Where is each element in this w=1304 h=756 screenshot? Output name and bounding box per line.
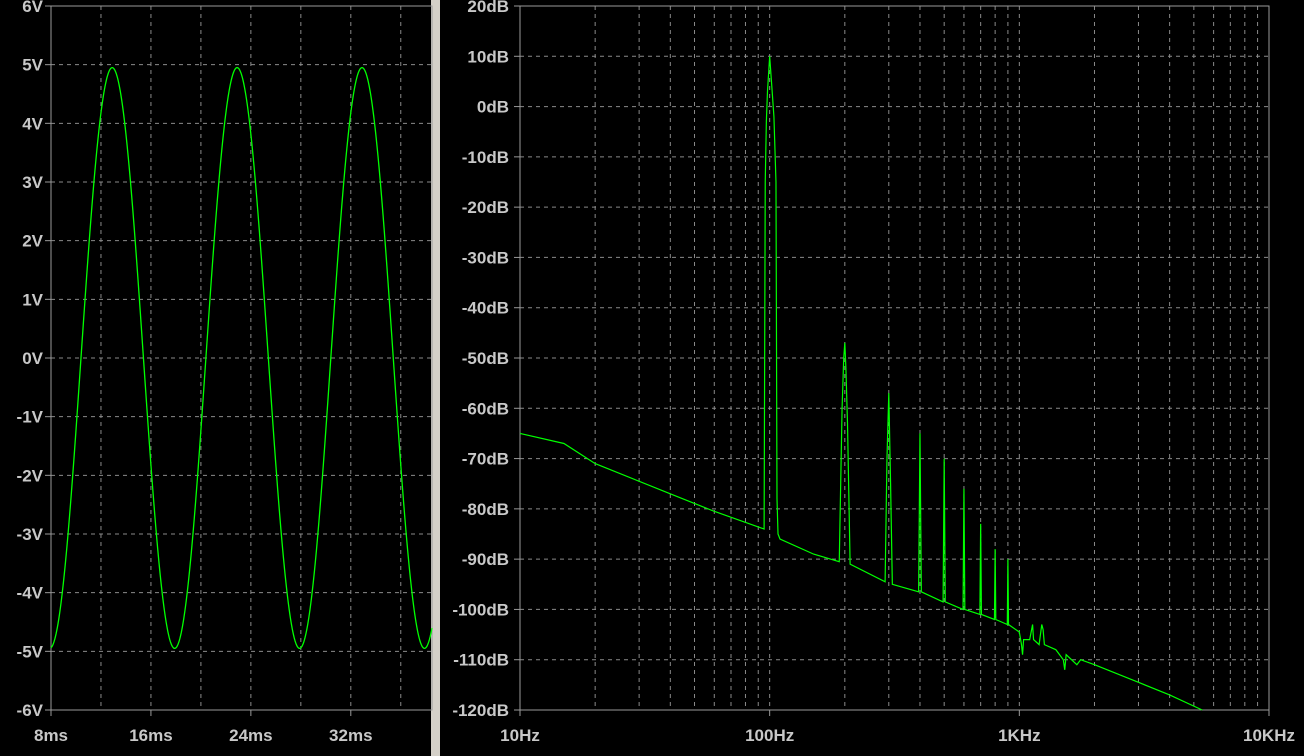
time-ytick-label: -5V — [17, 642, 44, 661]
fft-ytick-label: -120dB — [452, 701, 509, 720]
time-xtick-label: 16ms — [129, 726, 172, 745]
fft-ytick-label: -110dB — [453, 651, 509, 670]
fft-ytick-label: -10dB — [462, 148, 509, 167]
fft-xtick-label: 10Hz — [500, 726, 540, 745]
fft-trace — [519, 56, 1203, 711]
time-ytick-label: -1V — [17, 408, 44, 427]
fft-ytick-label: -100dB — [452, 600, 509, 619]
fft-ytick-label: 0dB — [477, 98, 509, 117]
time-domain-plot: 6V 5V 4V 3V 2V 1V 0V -1V -2V -3V -4V -5V -6V 8ms 16ms… — [17, 0, 433, 745]
fft-ytick-label: -60dB — [462, 399, 509, 418]
time-ytick-label: 2V — [22, 232, 43, 251]
fft-ytick-label: -30dB — [462, 248, 509, 267]
fft-ytick-label: -50dB — [462, 349, 509, 368]
time-ytick-label: 0V — [22, 349, 43, 368]
time-ytick-label: -6V — [17, 701, 44, 720]
time-ytick-label: 4V — [22, 114, 43, 133]
fft-plot: 20dB 10dB 0dB -10dB -20dB -30dB -40dB -50dB -60d… — [452, 0, 1295, 745]
time-ytick-label: 5V — [22, 56, 43, 75]
fft-ytick-label: -80dB — [462, 500, 509, 519]
fft-ytick-label: 10dB — [467, 47, 509, 66]
time-xtick-label: 8ms — [34, 726, 68, 745]
time-ytick-label: -3V — [17, 525, 44, 544]
fft-ytick-label: -70dB — [462, 450, 509, 469]
fft-ytick-label: 20dB — [467, 0, 509, 16]
time-ytick-label: -4V — [17, 584, 44, 603]
fft-xtick-label: 1KHz — [998, 726, 1041, 745]
time-ytick-label: -2V — [17, 466, 44, 485]
fft-xtick-label: 10KHz — [1243, 726, 1295, 745]
time-xtick-label: 24ms — [229, 726, 272, 745]
fft-ytick-label: -20dB — [462, 198, 509, 217]
waveform-plots: 6V 5V 4V 3V 2V 1V 0V -1V -2V -3V -4V -5V -6V 8ms 16ms… — [17, 0, 1295, 745]
fft-ytick-label: -90dB — [462, 550, 509, 569]
fft-ytick-label: -40dB — [462, 299, 509, 318]
time-xtick-label: 32ms — [329, 726, 372, 745]
time-ytick-label: 6V — [22, 0, 43, 16]
time-ytick-label: 3V — [22, 173, 43, 192]
fft-xtick-label: 100Hz — [745, 726, 794, 745]
time-ytick-label: 1V — [22, 290, 43, 309]
